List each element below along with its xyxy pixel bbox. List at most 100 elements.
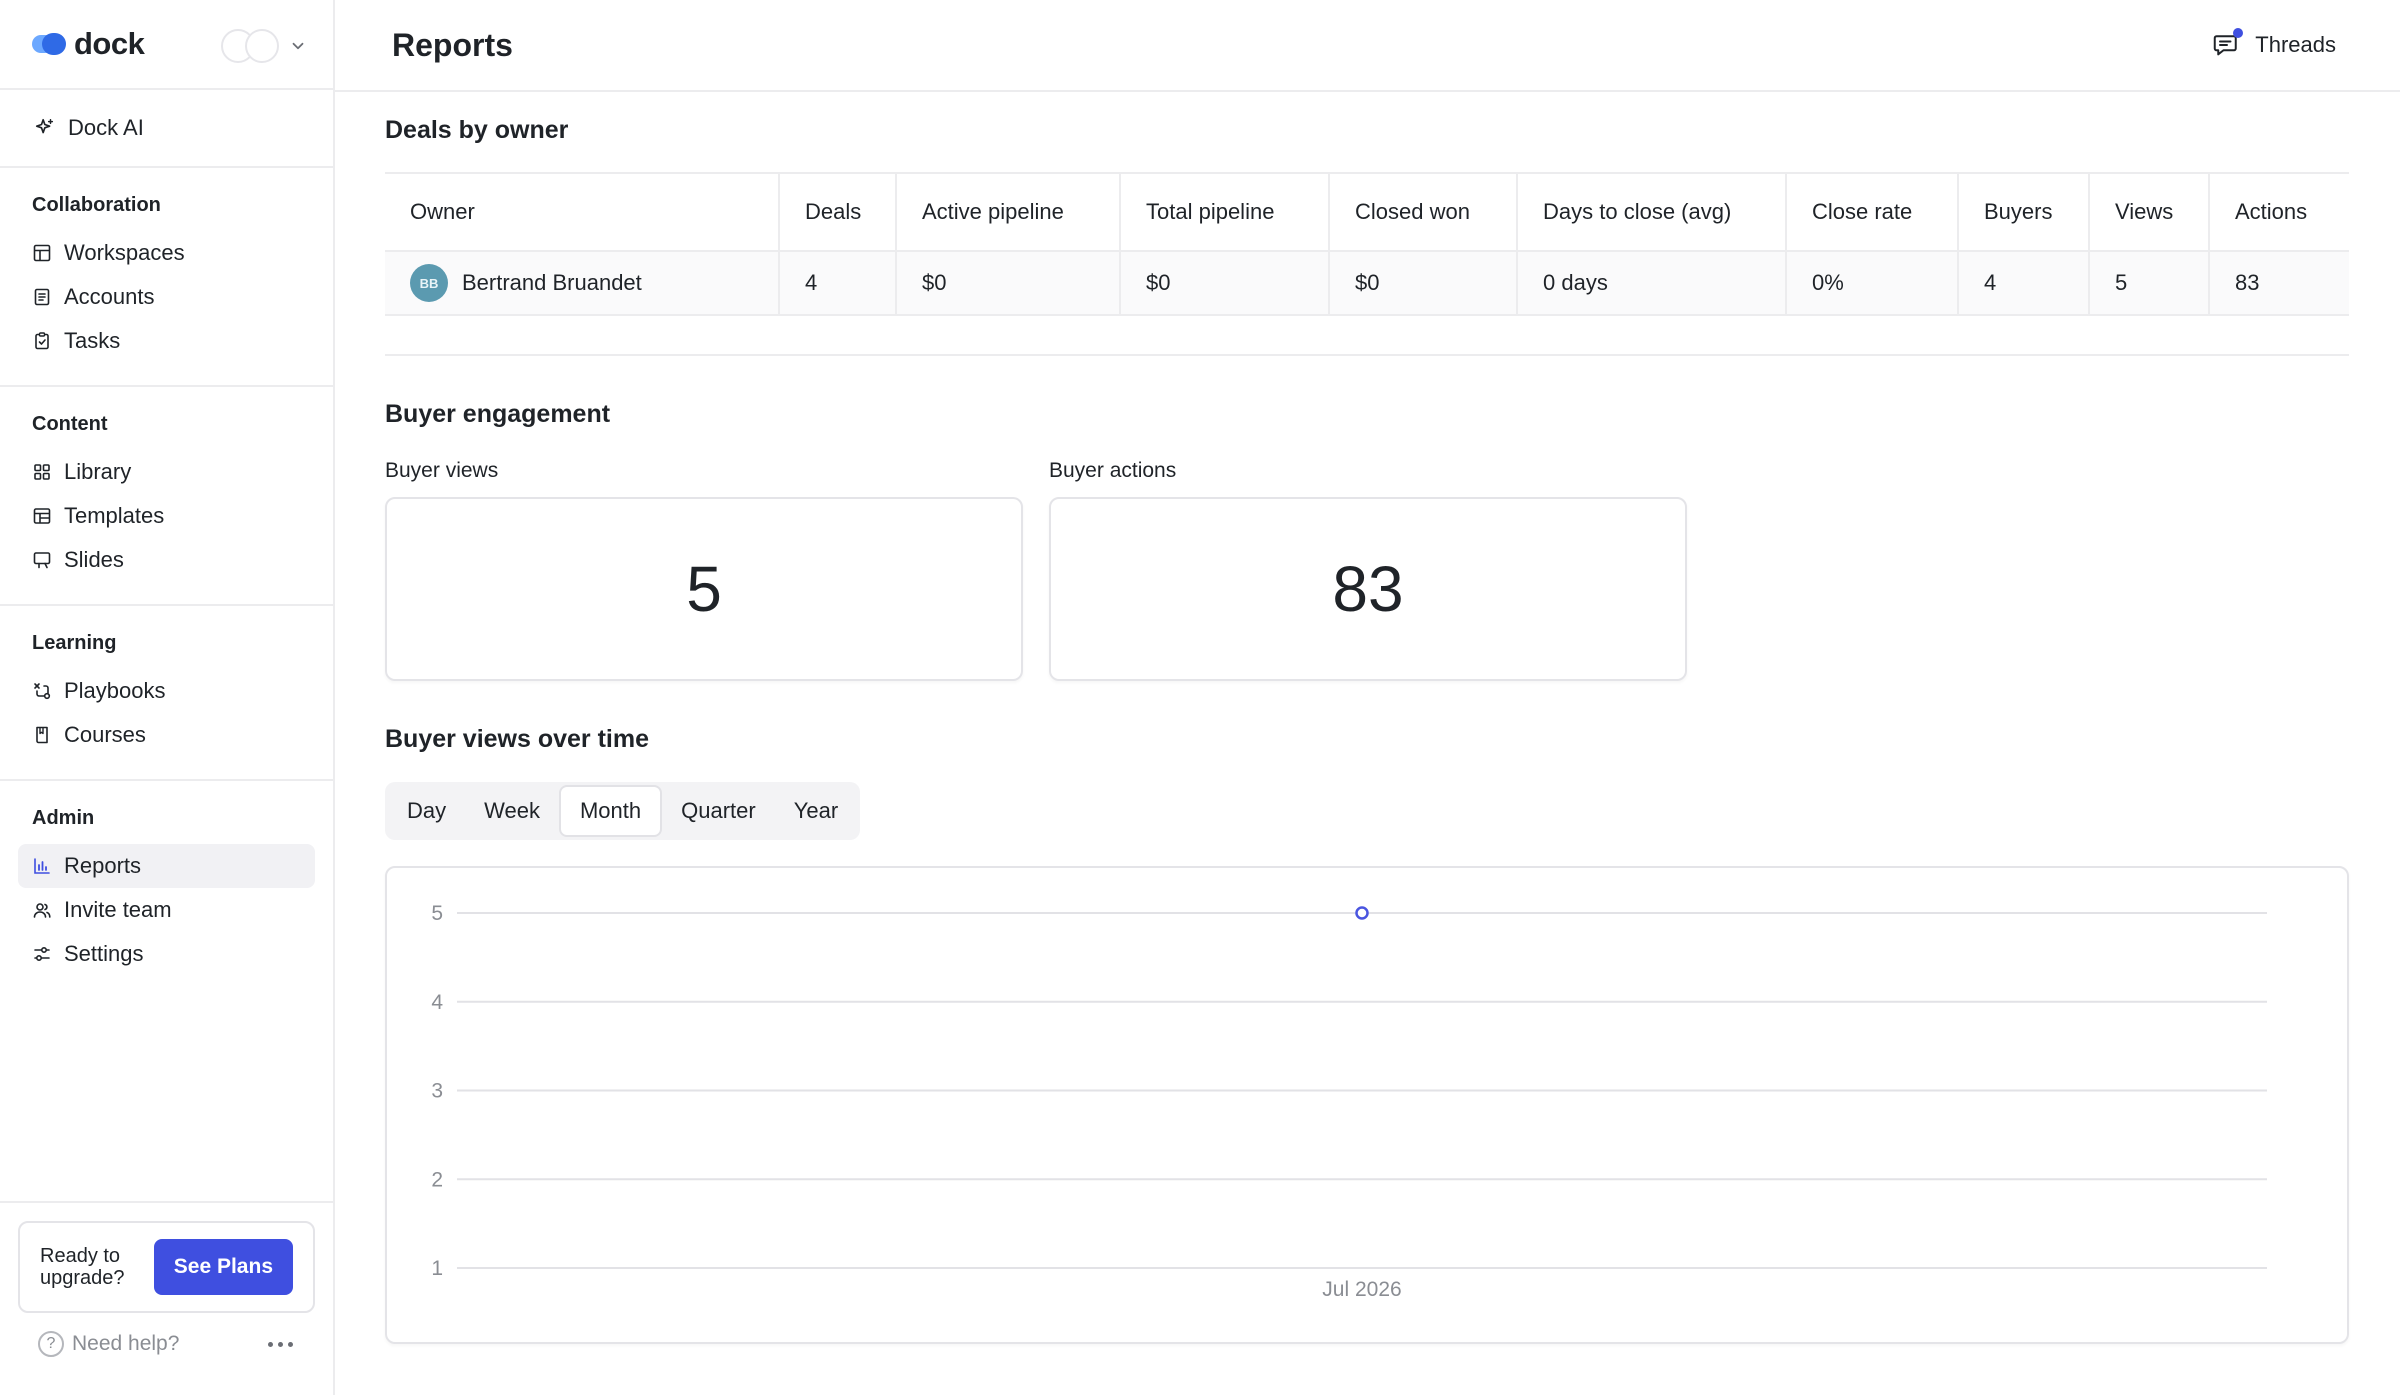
nav-item-label: Settings [64,941,144,966]
more-options-icon[interactable] [268,1341,293,1347]
deals-cell: 4 [778,251,896,316]
metric-label: Buyer actions [1049,459,1177,482]
playbook-icon [34,683,51,700]
sparkle-icon [35,118,54,134]
help-row: ? Need help? [18,1313,315,1357]
need-help-label: Need help? [72,1332,180,1355]
upgrade-card: Ready to upgrade? See Plans [18,1221,315,1313]
buyer-actions-metric: Buyer actions 83 [1049,459,1687,681]
column-header[interactable]: Buyers [1957,172,2089,252]
y-tick-label: 4 [431,991,443,1014]
slides-icon [33,552,51,569]
buyer-engagement-title: Buyer engagement [385,400,611,428]
workspace-switcher[interactable] [221,29,307,63]
nav-item-label: Reports [64,853,142,878]
metric-label: Buyer views [385,459,499,482]
y-tick-label: 3 [431,1080,443,1103]
owner-cell: BB Bertrand Bruandet [385,251,779,316]
column-header[interactable]: Days to close (avg) [1516,172,1786,252]
views-line-chart: 1 2 3 4 5 Jul 2026 [431,902,2267,1301]
column-header[interactable]: Closed won [1328,172,1517,252]
nav-section-title: Admin [32,807,95,829]
period-week-button[interactable]: Week [465,785,559,837]
accounts-icon [34,288,50,306]
table-row[interactable]: BB Bertrand Bruandet 4 $0 $0 $0 0 days 0… [385,251,2349,316]
nav-item-label: Library [64,459,132,484]
brand-bar: dock [0,0,333,90]
nav-item-label: Accounts [64,284,155,309]
nav-section-collaboration: Collaboration Workspaces Accounts Tasks [0,168,333,387]
nav-item-workspaces[interactable]: Workspaces [0,231,333,275]
period-month-button[interactable]: Month [558,785,663,837]
threads-button[interactable]: Threads [2213,28,2336,59]
section-divider [385,354,2349,356]
sliders-icon [34,946,50,962]
nav-item-label: Dock AI [68,115,144,140]
nav-item-label: Templates [64,503,165,528]
views-chart-card: 1 2 3 4 5 Jul 2026 [385,866,2349,1344]
total-pipeline-cell: $0 [1119,251,1329,316]
need-help-link[interactable]: ? Need help? [38,1331,179,1357]
nav-item-dock-ai[interactable]: Dock AI [0,90,333,168]
column-header[interactable]: Owner [385,172,779,252]
upgrade-area: Ready to upgrade? See Plans ? Need help? [0,1201,333,1395]
y-tick-label: 2 [431,1168,443,1191]
buyers-cell: 4 [1957,251,2089,316]
x-tick-label: Jul 2026 [1322,1278,1401,1301]
avatar: BB [410,264,448,302]
deals-table: Owner Deals Active pipeline Total pipeli… [385,172,2349,316]
nav-item-settings[interactable]: Settings [0,932,333,976]
workspace-avatar [245,29,279,63]
nav-item-playbooks[interactable]: Playbooks [0,669,333,713]
workspaces-icon [33,244,51,262]
threads-label: Threads [2255,32,2336,57]
column-header[interactable]: Actions [2208,172,2349,252]
nav-item-label: Invite team [64,897,172,922]
dock-logo[interactable]: dock [32,26,145,62]
nav-item-library[interactable]: Library [0,450,333,494]
close-rate-cell: 0% [1785,251,1958,316]
table-header-row: Owner Deals Active pipeline Total pipeli… [385,172,2349,252]
nav-item-tasks[interactable]: Tasks [0,319,333,363]
column-header[interactable]: Active pipeline [895,172,1120,252]
nav-item-label: Courses [64,722,146,747]
brand-name: dock [74,26,145,61]
y-tick-label: 1 [431,1257,443,1280]
nav-item-label: Workspaces [64,240,185,265]
column-header[interactable]: Views [2088,172,2209,252]
reports-content: Deals by owner Owner Deals Active pipeli… [335,116,2400,1344]
nav-item-slides[interactable]: Slides [0,538,333,582]
help-icon: ? [38,1331,64,1357]
nav-item-invite-team[interactable]: Invite team [0,888,333,932]
period-quarter-button[interactable]: Quarter [662,785,775,837]
nav-item-label: Tasks [64,328,121,353]
chevron-down-icon [292,42,304,50]
nav-section-title: Learning [32,632,117,654]
clipboard-check-icon [35,332,49,350]
nav-item-label: Playbooks [64,678,166,703]
buyer-views-metric: Buyer views 5 [385,459,1023,681]
grid-icon [34,464,50,480]
template-icon [33,508,51,524]
deals-by-owner-title: Deals by owner [385,116,569,144]
column-header[interactable]: Total pipeline [1119,172,1329,252]
chat-icon [2213,28,2244,59]
nav-section-content: Content Library Templates Slides [0,387,333,606]
top-bar: Reports Threads [335,0,2400,92]
period-year-button[interactable]: Year [775,785,857,837]
nav-section-learning: Learning Playbooks Courses [0,606,333,781]
period-day-button[interactable]: Day [388,785,465,837]
days-to-close-cell: 0 days [1516,251,1786,316]
nav-item-templates[interactable]: Templates [0,494,333,538]
active-pipeline-cell: $0 [895,251,1120,316]
column-header[interactable]: Deals [778,172,896,252]
nav-item-courses[interactable]: Courses [0,713,333,757]
views-cell: 5 [2088,251,2209,316]
see-plans-button[interactable]: See Plans [153,1239,293,1295]
column-header[interactable]: Close rate [1785,172,1958,252]
dock-logo-icon [32,32,68,56]
users-icon [33,903,51,918]
nav-item-accounts[interactable]: Accounts [0,275,333,319]
nav-item-reports[interactable]: Reports [18,844,315,888]
buyer-actions-value: 83 [1049,497,1687,681]
